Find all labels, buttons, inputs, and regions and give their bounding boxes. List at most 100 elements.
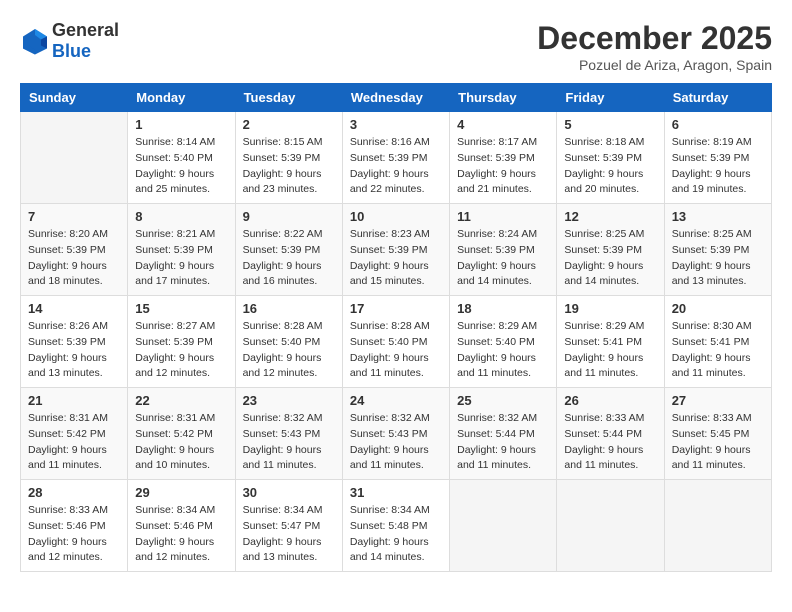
- calendar-day-cell: 19 Sunrise: 8:29 AMSunset: 5:41 PMDayligh…: [557, 296, 664, 388]
- day-info: Sunrise: 8:29 AMSunset: 5:41 PMDaylight:…: [564, 319, 656, 382]
- calendar-week-row: 7 Sunrise: 8:20 AMSunset: 5:39 PMDaylight…: [21, 204, 772, 296]
- day-number: 22: [135, 393, 227, 408]
- day-info: Sunrise: 8:18 AMSunset: 5:39 PMDaylight:…: [564, 135, 656, 198]
- calendar-day-cell: 6 Sunrise: 8:19 AMSunset: 5:39 PMDaylight…: [664, 112, 771, 204]
- calendar-header-sunday: Sunday: [21, 84, 128, 112]
- calendar-day-cell: 29 Sunrise: 8:34 AMSunset: 5:46 PMDayligh…: [128, 480, 235, 572]
- day-number: 23: [243, 393, 335, 408]
- calendar-day-cell: 1 Sunrise: 8:14 AMSunset: 5:40 PMDaylight…: [128, 112, 235, 204]
- day-number: 17: [350, 301, 442, 316]
- day-info: Sunrise: 8:26 AMSunset: 5:39 PMDaylight:…: [28, 319, 120, 382]
- day-info: Sunrise: 8:24 AMSunset: 5:39 PMDaylight:…: [457, 227, 549, 290]
- calendar-day-cell: 11 Sunrise: 8:24 AMSunset: 5:39 PMDayligh…: [450, 204, 557, 296]
- day-number: 4: [457, 117, 549, 132]
- day-number: 10: [350, 209, 442, 224]
- day-number: 1: [135, 117, 227, 132]
- calendar-day-cell: 13 Sunrise: 8:25 AMSunset: 5:39 PMDayligh…: [664, 204, 771, 296]
- day-number: 12: [564, 209, 656, 224]
- day-info: Sunrise: 8:31 AMSunset: 5:42 PMDaylight:…: [135, 411, 227, 474]
- day-number: 26: [564, 393, 656, 408]
- day-info: Sunrise: 8:32 AMSunset: 5:43 PMDaylight:…: [350, 411, 442, 474]
- day-info: Sunrise: 8:15 AMSunset: 5:39 PMDaylight:…: [243, 135, 335, 198]
- day-number: 29: [135, 485, 227, 500]
- day-info: Sunrise: 8:33 AMSunset: 5:46 PMDaylight:…: [28, 503, 120, 566]
- day-info: Sunrise: 8:14 AMSunset: 5:40 PMDaylight:…: [135, 135, 227, 198]
- page-header: General Blue December 2025 Pozuel de Ari…: [20, 20, 772, 73]
- logo-text-blue: Blue: [52, 41, 91, 61]
- calendar-header-saturday: Saturday: [664, 84, 771, 112]
- calendar-header-monday: Monday: [128, 84, 235, 112]
- calendar-day-cell: 28 Sunrise: 8:33 AMSunset: 5:46 PMDayligh…: [21, 480, 128, 572]
- day-info: Sunrise: 8:25 AMSunset: 5:39 PMDaylight:…: [672, 227, 764, 290]
- day-number: 13: [672, 209, 764, 224]
- day-info: Sunrise: 8:20 AMSunset: 5:39 PMDaylight:…: [28, 227, 120, 290]
- location: Pozuel de Ariza, Aragon, Spain: [537, 57, 772, 73]
- day-info: Sunrise: 8:34 AMSunset: 5:46 PMDaylight:…: [135, 503, 227, 566]
- day-number: 25: [457, 393, 549, 408]
- day-info: Sunrise: 8:23 AMSunset: 5:39 PMDaylight:…: [350, 227, 442, 290]
- calendar-header-thursday: Thursday: [450, 84, 557, 112]
- title-block: December 2025 Pozuel de Ariza, Aragon, S…: [537, 20, 772, 73]
- calendar-day-cell: 4 Sunrise: 8:17 AMSunset: 5:39 PMDaylight…: [450, 112, 557, 204]
- day-number: 30: [243, 485, 335, 500]
- day-number: 7: [28, 209, 120, 224]
- day-number: 28: [28, 485, 120, 500]
- day-number: 8: [135, 209, 227, 224]
- day-info: Sunrise: 8:16 AMSunset: 5:39 PMDaylight:…: [350, 135, 442, 198]
- calendar-day-cell: 2 Sunrise: 8:15 AMSunset: 5:39 PMDaylight…: [235, 112, 342, 204]
- calendar-header-friday: Friday: [557, 84, 664, 112]
- calendar-day-cell: [664, 480, 771, 572]
- calendar-day-cell: 7 Sunrise: 8:20 AMSunset: 5:39 PMDaylight…: [21, 204, 128, 296]
- calendar-day-cell: 26Sunrise: 8:33 AMSunset: 5:44 PMDayligh…: [557, 388, 664, 480]
- day-number: 31: [350, 485, 442, 500]
- day-info: Sunrise: 8:28 AMSunset: 5:40 PMDaylight:…: [243, 319, 335, 382]
- day-number: 19: [564, 301, 656, 316]
- calendar-header-wednesday: Wednesday: [342, 84, 449, 112]
- calendar-day-cell: 9 Sunrise: 8:22 AMSunset: 5:39 PMDaylight…: [235, 204, 342, 296]
- day-info: Sunrise: 8:21 AMSunset: 5:39 PMDaylight:…: [135, 227, 227, 290]
- logo-text-general: General: [52, 20, 119, 40]
- day-number: 11: [457, 209, 549, 224]
- calendar-day-cell: 15Sunrise: 8:27 AMSunset: 5:39 PMDayligh…: [128, 296, 235, 388]
- calendar-day-cell: 5 Sunrise: 8:18 AMSunset: 5:39 PMDaylight…: [557, 112, 664, 204]
- calendar-week-row: 28 Sunrise: 8:33 AMSunset: 5:46 PMDayligh…: [21, 480, 772, 572]
- calendar-day-cell: 22 Sunrise: 8:31 AMSunset: 5:42 PMDayligh…: [128, 388, 235, 480]
- day-info: Sunrise: 8:31 AMSunset: 5:42 PMDaylight:…: [28, 411, 120, 474]
- day-number: 9: [243, 209, 335, 224]
- calendar-week-row: 21Sunrise: 8:31 AMSunset: 5:42 PMDayligh…: [21, 388, 772, 480]
- day-info: Sunrise: 8:27 AMSunset: 5:39 PMDaylight:…: [135, 319, 227, 382]
- day-number: 20: [672, 301, 764, 316]
- calendar-day-cell: [450, 480, 557, 572]
- calendar-day-cell: 23 Sunrise: 8:32 AMSunset: 5:43 PMDayligh…: [235, 388, 342, 480]
- calendar-day-cell: 25 Sunrise: 8:32 AMSunset: 5:44 PMDayligh…: [450, 388, 557, 480]
- day-info: Sunrise: 8:17 AMSunset: 5:39 PMDaylight:…: [457, 135, 549, 198]
- calendar-day-cell: 3 Sunrise: 8:16 AMSunset: 5:39 PMDaylight…: [342, 112, 449, 204]
- calendar-day-cell: 27 Sunrise: 8:33 AMSunset: 5:45 PMDayligh…: [664, 388, 771, 480]
- day-info: Sunrise: 8:25 AMSunset: 5:39 PMDaylight:…: [564, 227, 656, 290]
- calendar-day-cell: 24Sunrise: 8:32 AMSunset: 5:43 PMDayligh…: [342, 388, 449, 480]
- day-number: 18: [457, 301, 549, 316]
- calendar-day-cell: 30Sunrise: 8:34 AMSunset: 5:47 PMDayligh…: [235, 480, 342, 572]
- day-info: Sunrise: 8:33 AMSunset: 5:45 PMDaylight:…: [672, 411, 764, 474]
- day-info: Sunrise: 8:32 AMSunset: 5:44 PMDaylight:…: [457, 411, 549, 474]
- calendar-week-row: 14 Sunrise: 8:26 AMSunset: 5:39 PMDayligh…: [21, 296, 772, 388]
- calendar-day-cell: 17 Sunrise: 8:28 AMSunset: 5:40 PMDayligh…: [342, 296, 449, 388]
- calendar-header-row: SundayMondayTuesdayWednesdayThursdayFrid…: [21, 84, 772, 112]
- calendar-day-cell: 18Sunrise: 8:29 AMSunset: 5:40 PMDayligh…: [450, 296, 557, 388]
- day-info: Sunrise: 8:32 AMSunset: 5:43 PMDaylight:…: [243, 411, 335, 474]
- day-number: 6: [672, 117, 764, 132]
- day-number: 5: [564, 117, 656, 132]
- calendar-day-cell: 16Sunrise: 8:28 AMSunset: 5:40 PMDayligh…: [235, 296, 342, 388]
- calendar-day-cell: 12 Sunrise: 8:25 AMSunset: 5:39 PMDayligh…: [557, 204, 664, 296]
- day-info: Sunrise: 8:19 AMSunset: 5:39 PMDaylight:…: [672, 135, 764, 198]
- calendar-day-cell: 14 Sunrise: 8:26 AMSunset: 5:39 PMDayligh…: [21, 296, 128, 388]
- day-number: 3: [350, 117, 442, 132]
- day-number: 27: [672, 393, 764, 408]
- day-number: 2: [243, 117, 335, 132]
- day-number: 14: [28, 301, 120, 316]
- day-info: Sunrise: 8:22 AMSunset: 5:39 PMDaylight:…: [243, 227, 335, 290]
- calendar-day-cell: 20 Sunrise: 8:30 AMSunset: 5:41 PMDayligh…: [664, 296, 771, 388]
- calendar-table: SundayMondayTuesdayWednesdayThursdayFrid…: [20, 83, 772, 572]
- day-info: Sunrise: 8:30 AMSunset: 5:41 PMDaylight:…: [672, 319, 764, 382]
- day-info: Sunrise: 8:28 AMSunset: 5:40 PMDaylight:…: [350, 319, 442, 382]
